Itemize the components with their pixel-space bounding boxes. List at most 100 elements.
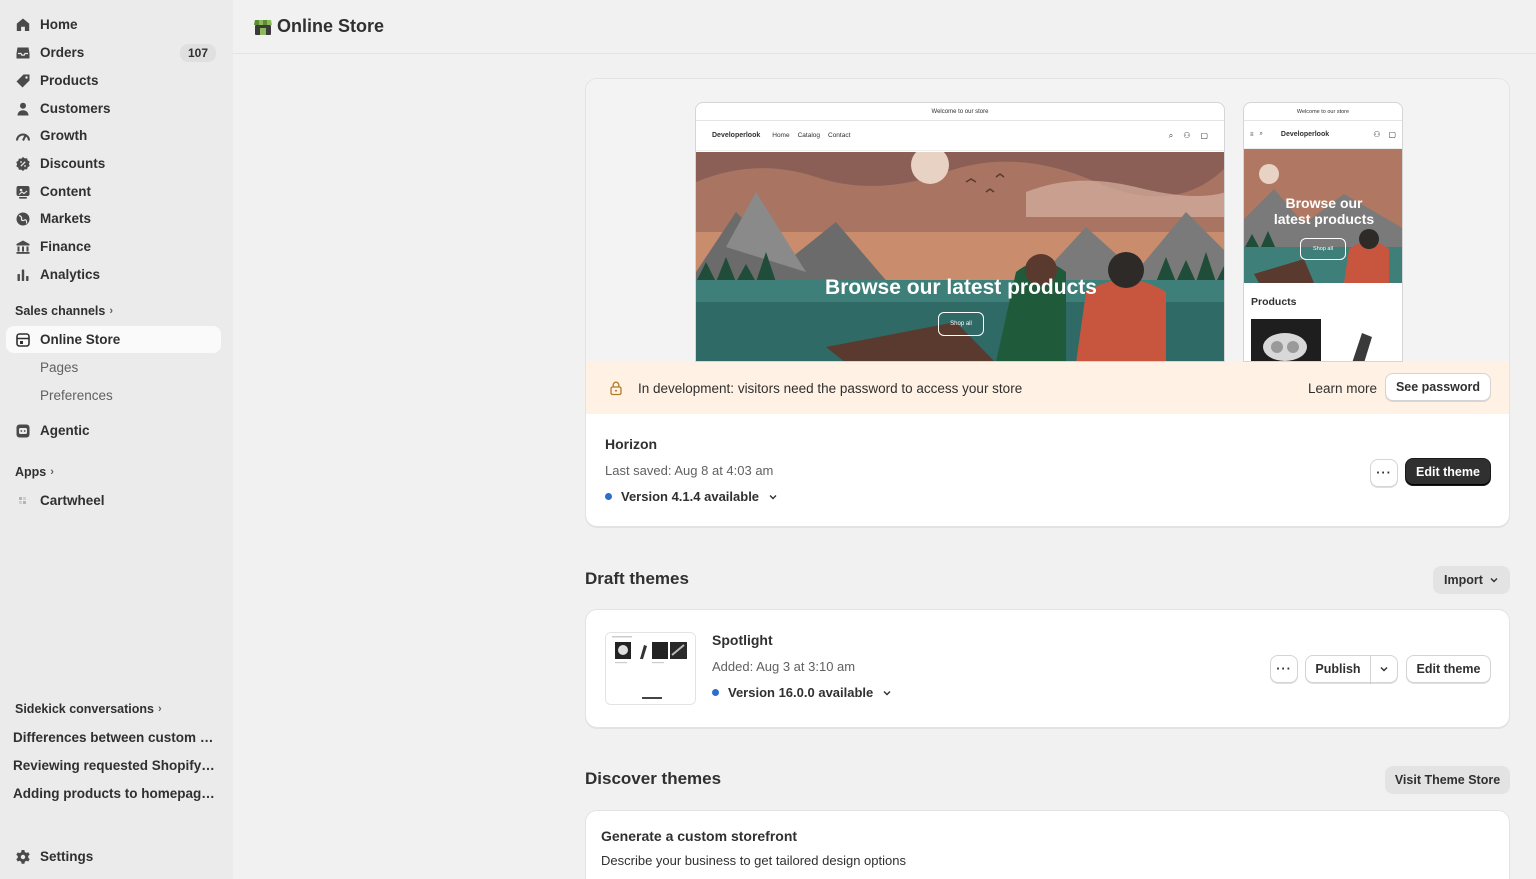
preview-nav: Developerlook Home Catalog Contact ⌕ ⚇ ▢ — [696, 121, 1224, 151]
nav-label: Agentic — [40, 423, 90, 438]
gauge-icon — [14, 127, 32, 145]
nav-orders[interactable]: Orders 107 — [6, 39, 221, 66]
nav-label: Content — [40, 184, 91, 199]
nav-customers[interactable]: Customers — [6, 95, 221, 122]
nav-products[interactable]: Products — [6, 67, 221, 94]
nav-label: Settings — [40, 849, 94, 864]
import-button[interactable]: Import — [1433, 566, 1510, 594]
current-theme-name: Horizon — [605, 436, 658, 452]
tag-icon — [14, 72, 32, 90]
publish-options-button[interactable] — [1370, 655, 1398, 683]
nav-growth[interactable]: Growth — [6, 122, 221, 149]
nav-label: Online Store — [40, 332, 121, 347]
product-thumbnail — [1251, 319, 1321, 361]
nav-analytics[interactable]: Analytics — [6, 261, 221, 288]
added-date-text: Added: Aug 3 at 3:10 am — [712, 659, 856, 674]
status-dot — [605, 493, 612, 500]
preview-brand: Developerlook — [1280, 131, 1330, 138]
chevron-down-icon — [883, 690, 891, 695]
hero-shop-button: Shop all — [938, 312, 984, 336]
chevron-right-icon: › — [157, 703, 162, 715]
see-password-button[interactable]: See password — [1385, 373, 1491, 401]
discover-themes-title: Discover themes — [585, 769, 722, 788]
nav-label: Markets — [40, 211, 92, 226]
apps-header[interactable]: Apps › — [15, 465, 54, 479]
learn-more-link[interactable]: Learn more — [1308, 381, 1377, 396]
version-text: Version 4.1.4 available — [621, 489, 760, 504]
nav-cartwheel[interactable]: Cartwheel — [6, 487, 221, 514]
version-dropdown[interactable]: Version 4.1.4 available — [605, 489, 778, 504]
draft-themes-title: Draft themes — [585, 569, 689, 588]
preview-nav-icons: ⚇ ▢ — [1373, 130, 1396, 139]
nav-home[interactable]: Home — [6, 11, 221, 38]
announcement-bar: Welcome to our store — [1244, 103, 1402, 121]
nav-label: Customers — [40, 101, 111, 116]
draft-theme-name: Spotlight — [712, 632, 773, 648]
sidekick-conversations-header[interactable]: Sidekick conversations › — [15, 702, 162, 716]
nav-label: Cartwheel — [40, 493, 105, 508]
lock-icon — [610, 381, 622, 396]
last-saved-text: Last saved: Aug 8 at 4:03 am — [605, 463, 774, 478]
page-header: Online Store — [233, 0, 1536, 54]
storefront-icon — [14, 331, 32, 349]
more-actions-button[interactable]: ··· — [1270, 655, 1298, 683]
version-dropdown[interactable]: Version 16.0.0 available — [712, 685, 892, 700]
nav-preferences[interactable]: Preferences — [40, 388, 113, 403]
nav-label: Products — [40, 73, 99, 88]
nav-label: Orders — [40, 45, 85, 60]
edit-draft-theme-button[interactable]: Edit theme — [1406, 655, 1491, 683]
visit-theme-store-button[interactable]: Visit Theme Store — [1385, 766, 1510, 794]
discount-icon — [14, 155, 32, 173]
product-thumbnail — [1332, 319, 1402, 361]
cart-icon: ▢ — [1200, 130, 1208, 140]
nav-pages[interactable]: Pages — [40, 360, 78, 375]
chevron-down-icon — [769, 494, 777, 499]
hero-title: Browse our latest products — [825, 276, 1097, 299]
status-dot — [712, 689, 719, 696]
person-icon — [14, 100, 32, 118]
nav-online-store[interactable]: Online Store — [6, 326, 221, 353]
preview-nav-link: Catalog — [797, 132, 820, 139]
earbuds-image — [1251, 319, 1321, 361]
gear-icon — [14, 848, 32, 866]
edit-theme-button[interactable]: Edit theme — [1405, 458, 1491, 486]
nav-discounts[interactable]: Discounts — [6, 150, 221, 177]
desktop-preview: Welcome to our store Developerlook Home … — [695, 102, 1225, 362]
nav-label: Discounts — [40, 156, 106, 171]
draft-theme-thumbnail[interactable] — [605, 632, 696, 705]
nav-label: Home — [40, 17, 78, 32]
home-icon — [14, 16, 32, 34]
chevron-right-icon: › — [50, 466, 54, 478]
sales-channels-header[interactable]: Sales channels › — [15, 304, 113, 318]
conversation-item[interactable]: Reviewing requested Shopify p... — [13, 758, 218, 773]
nav-agentic[interactable]: Agentic — [6, 417, 221, 444]
preview-mobile-nav: ≡ ⌕ Developerlook ⚇ ▢ — [1244, 121, 1402, 149]
current-theme-card: Welcome to our store Developerlook Home … — [585, 78, 1510, 527]
globe-icon — [14, 210, 32, 228]
conversation-item[interactable]: Differences between custom a... — [13, 730, 218, 745]
preview-products-heading: Products — [1251, 296, 1297, 308]
spotlight-preview-image — [606, 633, 695, 704]
account-icon: ⚇ — [1373, 130, 1381, 139]
chevron-right-icon: › — [109, 305, 113, 317]
publish-button[interactable]: Publish — [1305, 655, 1371, 683]
content-icon — [14, 183, 32, 201]
theme-preview[interactable]: Welcome to our store Developerlook Home … — [586, 79, 1509, 362]
nav-content[interactable]: Content — [6, 178, 221, 205]
more-actions-button[interactable]: ··· — [1370, 459, 1398, 487]
custom-storefront-title: Generate a custom storefront — [601, 828, 798, 844]
preview-nav-icons: ⌕ ⚇ ▢ — [1169, 131, 1208, 141]
nav-markets[interactable]: Markets — [6, 205, 221, 232]
development-message: In development: visitors need the passwo… — [638, 380, 1023, 396]
cart-icon: ▢ — [1388, 130, 1396, 139]
device-image — [1332, 319, 1402, 361]
preview-hero: Browse our latest products Shop all — [696, 146, 1224, 361]
nav-finance[interactable]: Finance — [6, 233, 221, 260]
nav-label: Growth — [40, 128, 88, 143]
preview-nav-link: Home — [772, 132, 790, 139]
nav-settings[interactable]: Settings — [6, 843, 221, 870]
cartwheel-app-icon — [14, 492, 32, 510]
conversation-item[interactable]: Adding products to homepage ... — [13, 786, 218, 801]
custom-storefront-card: Generate a custom storefront Describe yo… — [585, 810, 1510, 879]
hero-title: Browse our latest products — [1273, 195, 1375, 227]
